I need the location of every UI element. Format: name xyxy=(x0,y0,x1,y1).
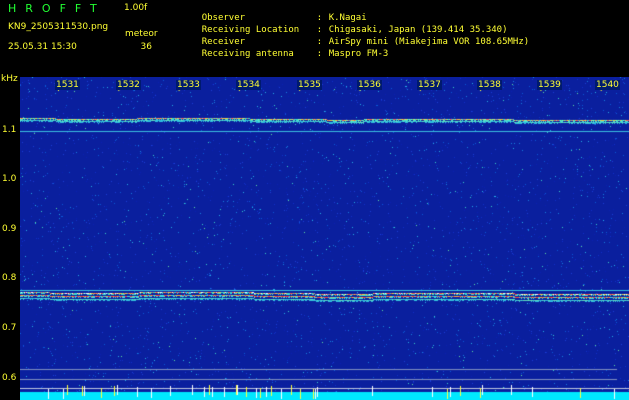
x-tick-label: 1532 xyxy=(116,80,141,90)
hrofft-spectrogram-screen: HROFFT 1.00f KN9_2505311530.png 25.05.31… xyxy=(0,0,629,400)
info-value: Maspro FM-3 xyxy=(328,49,389,59)
info-row-antenna: Receiving antenna: Maspro FM-3 xyxy=(201,49,389,59)
y-axis-unit: kHz xyxy=(1,74,18,84)
x-tick-label: 1535 xyxy=(297,80,322,90)
y-tick-label: 1.0 xyxy=(2,174,17,184)
x-tick-label: 1531 xyxy=(55,80,80,90)
meteor-count-label: meteor xyxy=(125,29,158,39)
app-version: 1.00f xyxy=(124,3,148,13)
spectrogram-plot xyxy=(20,77,629,400)
info-label: Receiving antenna xyxy=(201,49,294,59)
y-tick-label: 0.9 xyxy=(2,224,17,234)
x-tick-label: 1536 xyxy=(357,80,382,90)
y-tick-label: 1.1 xyxy=(2,125,17,135)
x-tick-label: 1533 xyxy=(176,80,201,90)
x-tick-label: 1537 xyxy=(417,80,442,90)
y-tick-label: 0.7 xyxy=(2,323,17,333)
x-tick-label: 1534 xyxy=(236,80,261,90)
y-tick-label: 0.6 xyxy=(2,373,17,383)
y-tick-label: 0.8 xyxy=(2,273,17,283)
meteor-count-value: 36 xyxy=(140,42,152,52)
capture-datetime: 25.05.31 15:30 xyxy=(8,42,77,52)
app-title: HROFFT xyxy=(8,2,106,15)
x-tick-label: 1539 xyxy=(537,80,562,90)
x-tick-label: 1540 xyxy=(595,80,620,90)
file-name: KN9_2505311530.png xyxy=(8,22,109,32)
x-tick-label: 1538 xyxy=(477,80,502,90)
